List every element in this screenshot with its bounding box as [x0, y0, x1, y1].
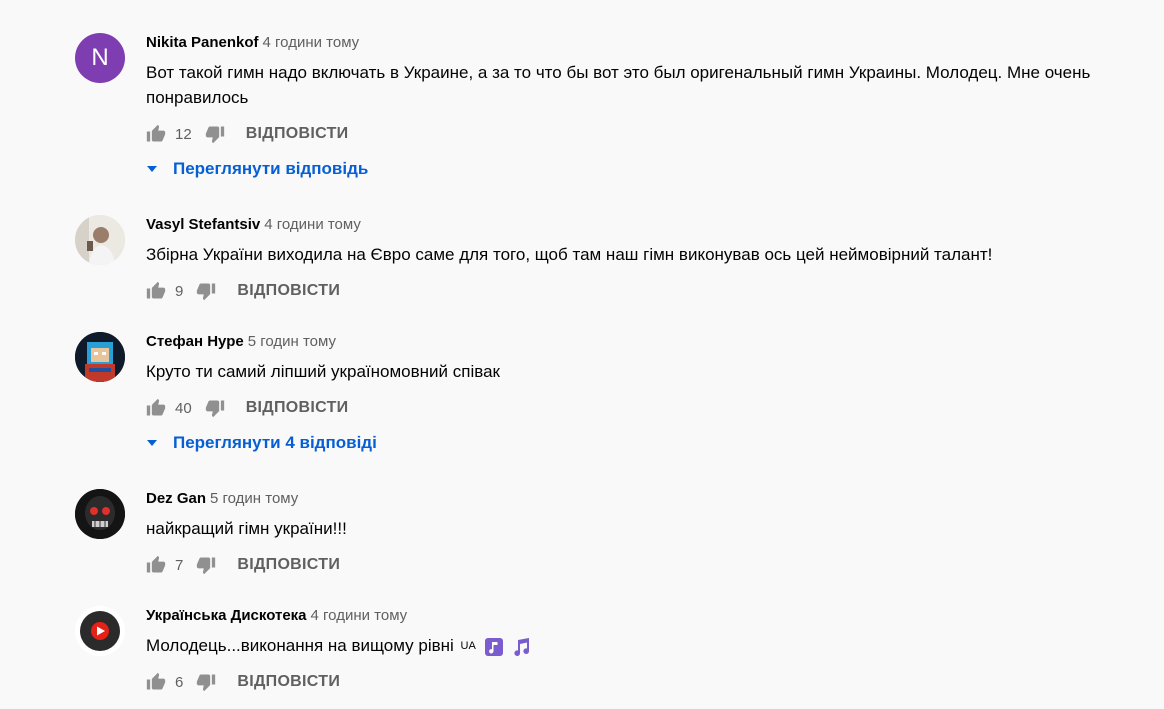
- comment-header: Nikita Panenkof 4 години тому: [146, 33, 359, 53]
- avatar[interactable]: [75, 215, 125, 265]
- avatar[interactable]: [75, 606, 125, 656]
- avatar-photo: [75, 332, 125, 382]
- dislike-button[interactable]: [205, 398, 225, 418]
- dislike-button[interactable]: [205, 124, 225, 144]
- comment-actions: 9 ВІДПОВІСТИ: [146, 279, 340, 303]
- reply-button[interactable]: ВІДПОВІСТИ: [246, 399, 349, 417]
- comment-time[interactable]: 4 години тому: [311, 607, 408, 624]
- comment-header: Українська Дискотека 4 години тому: [146, 606, 407, 626]
- reply-button[interactable]: ВІДПОВІСТИ: [246, 125, 349, 143]
- like-count: 9: [175, 282, 184, 300]
- thumbs-up-icon: [146, 555, 166, 573]
- previous-comment-actions-remnant: [146, 0, 306, 2]
- avatar-photo: [75, 215, 125, 265]
- thumbs-down-icon: [205, 126, 224, 144]
- thumbs-up-icon: [146, 281, 166, 299]
- reply-button[interactable]: ВІДПОВІСТИ: [237, 282, 340, 300]
- comment-time[interactable]: 4 години тому: [263, 34, 360, 51]
- avatar[interactable]: N: [75, 33, 125, 83]
- view-replies-label: Переглянути 4 відповіді: [173, 433, 377, 452]
- like-button[interactable]: [146, 555, 166, 575]
- like-count: 40: [175, 399, 192, 417]
- dislike-button[interactable]: [196, 672, 216, 692]
- comment-actions: 6 ВІДПОВІСТИ: [146, 670, 340, 694]
- like-count: 7: [175, 556, 184, 574]
- author-name[interactable]: Nikita Panenkof: [146, 34, 259, 51]
- author-name[interactable]: Vasyl Stefantsiv: [146, 216, 260, 233]
- avatar[interactable]: [75, 332, 125, 382]
- comment-actions: 40 ВІДПОВІСТИ: [146, 396, 348, 420]
- comment-text-body: Молодець...виконання на вищому рівні: [146, 636, 454, 655]
- avatar[interactable]: [75, 489, 125, 539]
- music-note-icon: [484, 637, 504, 657]
- view-replies-label: Переглянути відповідь: [173, 159, 369, 178]
- caret-down-icon: [147, 440, 157, 446]
- like-button[interactable]: [146, 398, 166, 418]
- author-name[interactable]: Українська Дискотека: [146, 607, 307, 624]
- author-name[interactable]: Dez Gan: [146, 490, 206, 507]
- avatar-letter: N: [91, 44, 109, 71]
- reply-button[interactable]: ВІДПОВІСТИ: [237, 556, 340, 574]
- like-count: 6: [175, 673, 184, 691]
- thumbs-down-icon: [197, 674, 216, 692]
- thumbs-down-icon: [197, 557, 216, 575]
- like-count: 12: [175, 125, 192, 143]
- thumbs-up-icon: [146, 124, 166, 142]
- thumbs-up-icon: [146, 398, 166, 416]
- comment-text: Молодець...виконання на вищому рівні UA: [146, 633, 1106, 659]
- reply-button[interactable]: ВІДПОВІСТИ: [237, 673, 340, 691]
- author-name[interactable]: Стефан Нуре: [146, 333, 244, 350]
- like-button[interactable]: [146, 672, 166, 692]
- avatar-photo: [75, 489, 125, 539]
- comment-time[interactable]: 5 годин тому: [210, 490, 298, 507]
- comment-text: Круто ти самий ліпший україномовний спів…: [146, 362, 500, 381]
- comment-time[interactable]: 5 годин тому: [248, 333, 336, 350]
- dislike-button[interactable]: [196, 281, 216, 301]
- ua-tag: UA: [460, 640, 476, 653]
- comment-time[interactable]: 4 години тому: [264, 216, 361, 233]
- thumbs-down-icon: [197, 283, 216, 301]
- view-replies-button[interactable]: Переглянути відповідь: [146, 159, 368, 179]
- thumbs-up-icon: [146, 672, 166, 690]
- comment-header: Vasyl Stefantsiv 4 години тому: [146, 215, 361, 235]
- comment-header: Стефан Нуре 5 годин тому: [146, 332, 336, 352]
- like-button[interactable]: [146, 281, 166, 301]
- like-button[interactable]: [146, 124, 166, 144]
- comment-text: Вот такой гимн надо включать в Украине, …: [146, 63, 1091, 107]
- comment-actions: 7 ВІДПОВІСТИ: [146, 553, 340, 577]
- comment-text: Збірна України виходила на Євро саме для…: [146, 245, 993, 264]
- caret-down-icon: [147, 166, 157, 172]
- music-note-icon: [511, 637, 531, 657]
- comment-text: найкращий гімн україни!!!: [146, 519, 347, 538]
- comment-actions: 12 ВІДПОВІСТИ: [146, 122, 348, 146]
- thumbs-down-icon: [205, 400, 224, 418]
- dislike-button[interactable]: [196, 555, 216, 575]
- comment-header: Dez Gan 5 годин тому: [146, 489, 298, 509]
- view-replies-button[interactable]: Переглянути 4 відповіді: [146, 433, 377, 453]
- avatar-photo: [75, 606, 125, 656]
